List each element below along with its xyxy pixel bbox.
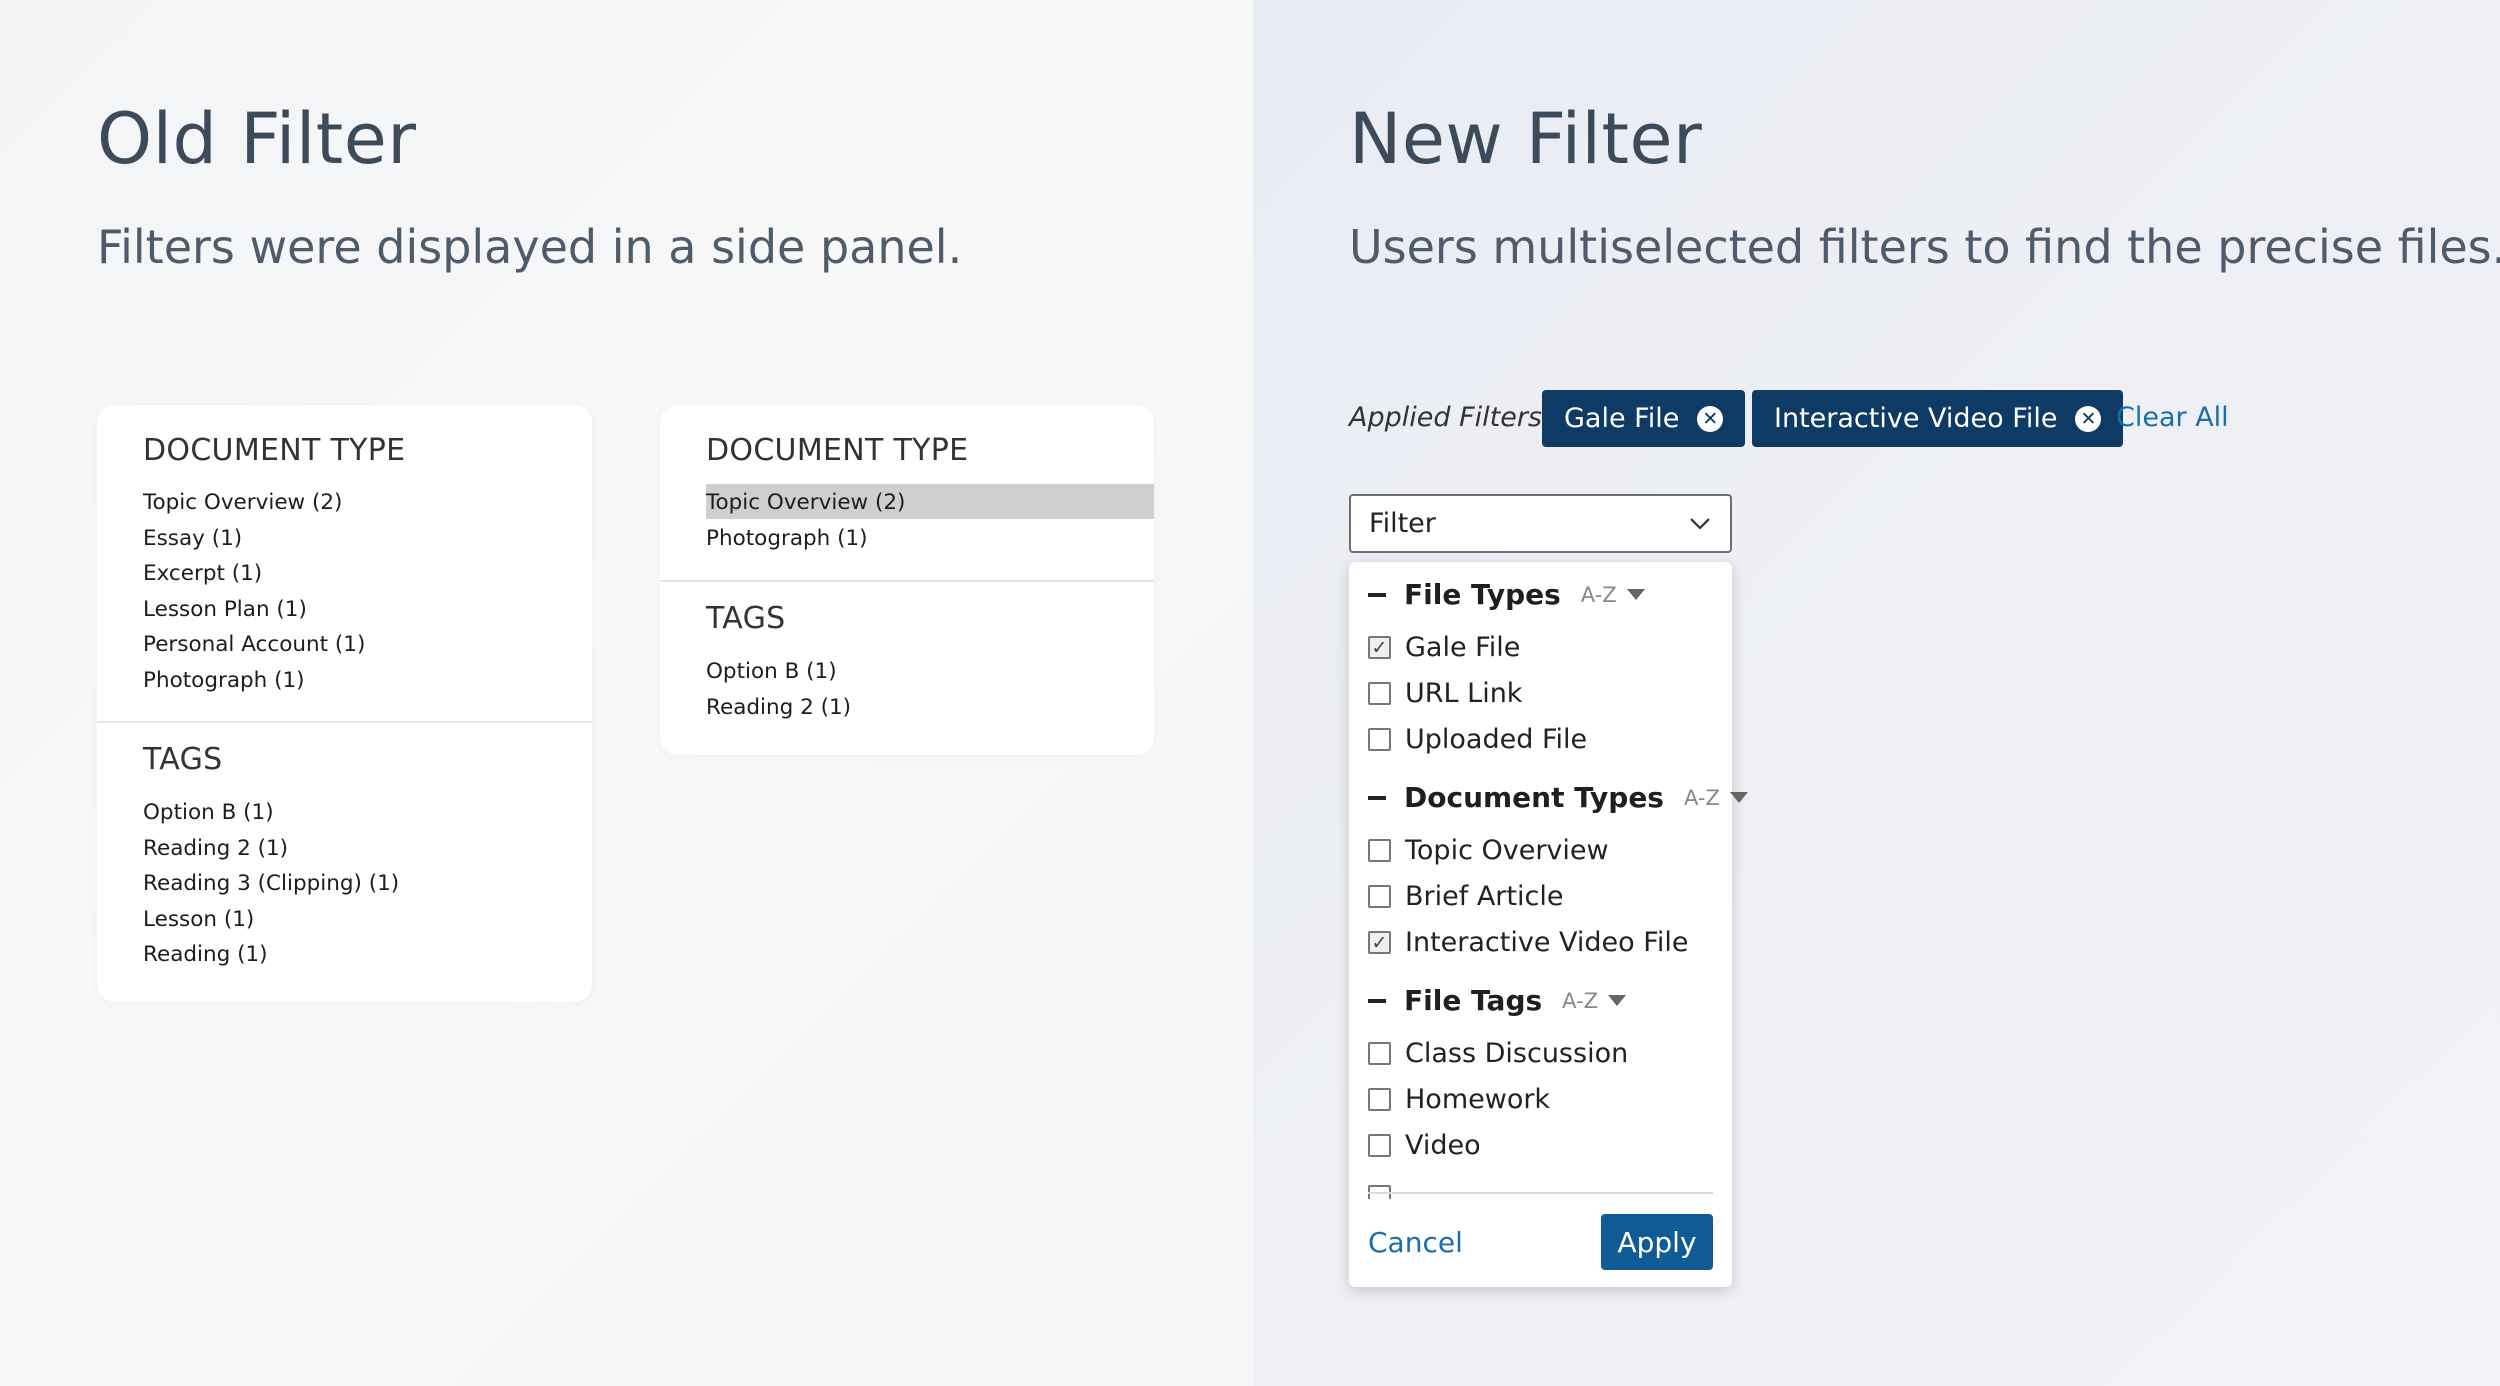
filter-dropdown-menu: File Types A-Z ✓ Gale File URL Link Uplo…: [1349, 562, 1748, 1287]
document-type-item[interactable]: Photograph (1): [706, 521, 905, 557]
checkbox[interactable]: [1368, 1042, 1391, 1065]
option-label: Video: [1405, 1130, 1481, 1161]
remove-chip-icon[interactable]: ✕: [1697, 405, 1724, 432]
checkbox[interactable]: [1368, 682, 1391, 705]
checkbox[interactable]: [1368, 885, 1391, 908]
option-topic-overview[interactable]: Topic Overview: [1368, 835, 1609, 866]
option-label: URL Link: [1405, 678, 1523, 709]
panel-divider: [660, 580, 1154, 582]
group-document-types[interactable]: Document Types A-Z: [1368, 781, 1748, 814]
tag-item[interactable]: Lesson (1): [143, 902, 399, 938]
checkbox[interactable]: [1368, 1088, 1391, 1111]
panel-divider: [97, 721, 592, 723]
document-type-list: Topic Overview (2) Photograph (1): [706, 485, 905, 556]
option-label: Gale File: [1405, 632, 1521, 663]
sort-caret-icon[interactable]: [1729, 792, 1748, 803]
option-interactive-video-file[interactable]: ✓ Interactive Video File: [1368, 927, 1688, 958]
document-type-item[interactable]: Topic Overview (2): [143, 485, 365, 521]
document-type-item[interactable]: Photograph (1): [143, 663, 365, 699]
document-type-item[interactable]: Lesson Plan (1): [143, 592, 365, 628]
collapse-icon[interactable]: [1368, 592, 1386, 597]
tag-item[interactable]: Option B (1): [143, 795, 399, 831]
remove-chip-icon[interactable]: ✕: [2075, 405, 2102, 432]
tags-heading: TAGS: [143, 742, 223, 777]
dropdown-divider: [1368, 1192, 1713, 1194]
option-brief-article[interactable]: Brief Article: [1368, 881, 1563, 912]
chip-label: Interactive Video File: [1774, 403, 2058, 434]
option-label: Uploaded File: [1405, 724, 1588, 755]
collapse-icon[interactable]: [1368, 795, 1386, 800]
option-gale-file[interactable]: ✓ Gale File: [1368, 632, 1520, 663]
option-label: Brief Article: [1405, 881, 1564, 912]
clear-all-link[interactable]: Clear All: [2116, 402, 2229, 433]
old-filter-panel-a: DOCUMENT TYPE Topic Overview (2) Essay (…: [97, 405, 592, 1002]
document-type-list: Topic Overview (2) Essay (1) Excerpt (1)…: [143, 485, 365, 698]
document-type-item-selected[interactable]: Topic Overview (2): [706, 485, 905, 521]
tag-item[interactable]: Reading 2 (1): [706, 690, 851, 726]
group-label: File Types: [1404, 578, 1561, 611]
checkbox[interactable]: [1368, 1134, 1391, 1157]
document-type-heading: DOCUMENT TYPE: [143, 433, 406, 468]
tag-item[interactable]: Reading 2 (1): [143, 831, 399, 867]
applied-filter-chip: Gale File ✕: [1542, 390, 1746, 447]
filter-select-value: Filter: [1369, 508, 1436, 539]
option-homework[interactable]: Homework: [1368, 1084, 1550, 1115]
sort-caret-icon[interactable]: [1626, 589, 1645, 600]
option-label: Topic Overview: [1405, 835, 1609, 866]
option-video[interactable]: Video: [1368, 1130, 1481, 1161]
checkbox-checked[interactable]: ✓: [1368, 636, 1391, 659]
option-label: Class Discussion: [1405, 1038, 1629, 1069]
option-uploaded-file[interactable]: Uploaded File: [1368, 724, 1587, 755]
cancel-button[interactable]: Cancel: [1368, 1226, 1463, 1259]
option-url-link[interactable]: URL Link: [1368, 678, 1522, 709]
tag-item[interactable]: Reading (1): [143, 937, 399, 973]
group-file-types[interactable]: File Types A-Z: [1368, 578, 1645, 611]
new-filter-subtitle: Users multiselected filters to find the …: [1349, 220, 2500, 274]
tags-list: Option B (1) Reading 2 (1) Reading 3 (Cl…: [143, 795, 399, 973]
old-filter-title: Old Filter: [97, 98, 417, 180]
option-label: Interactive Video File: [1405, 927, 1689, 958]
sort-label[interactable]: A-Z: [1562, 989, 1598, 1013]
group-label: Document Types: [1404, 781, 1664, 814]
sort-label[interactable]: A-Z: [1684, 786, 1720, 810]
document-type-item[interactable]: Essay (1): [143, 521, 365, 557]
old-filter-panel-b: DOCUMENT TYPE Topic Overview (2) Photogr…: [660, 405, 1154, 755]
checkbox[interactable]: [1368, 839, 1391, 862]
sort-caret-icon[interactable]: [1608, 995, 1627, 1006]
applied-filter-chip: Interactive Video File ✕: [1752, 390, 2124, 447]
checkbox-checked[interactable]: ✓: [1368, 931, 1391, 954]
chevron-down-icon: [1690, 518, 1710, 530]
tags-list: Option B (1) Reading 2 (1): [706, 654, 851, 725]
tag-item[interactable]: Reading 3 (Clipping) (1): [143, 866, 399, 902]
document-type-item[interactable]: Personal Account (1): [143, 627, 365, 663]
old-filter-subtitle: Filters were displayed in a side panel.: [97, 220, 963, 274]
checkbox[interactable]: [1368, 728, 1391, 751]
option-class-discussion[interactable]: Class Discussion: [1368, 1038, 1628, 1069]
apply-button[interactable]: Apply: [1601, 1214, 1713, 1270]
document-type-item[interactable]: Excerpt (1): [143, 556, 365, 592]
group-file-tags[interactable]: File Tags A-Z: [1368, 984, 1627, 1017]
old-filter-section: Old Filter Filters were displayed in a s…: [0, 0, 1253, 1386]
tags-heading: TAGS: [706, 601, 786, 636]
filter-dropdown[interactable]: Filter: [1349, 494, 1732, 553]
group-label: File Tags: [1404, 984, 1543, 1017]
applied-filters-label: Applied Filters:: [1349, 402, 1552, 433]
collapse-icon[interactable]: [1368, 998, 1386, 1003]
new-filter-title: New Filter: [1349, 98, 1703, 180]
document-type-heading: DOCUMENT TYPE: [706, 433, 969, 468]
chip-label: Gale File: [1564, 403, 1680, 434]
tag-item[interactable]: Option B (1): [706, 654, 851, 690]
sort-label[interactable]: A-Z: [1581, 583, 1617, 607]
option-label: Homework: [1405, 1084, 1551, 1115]
